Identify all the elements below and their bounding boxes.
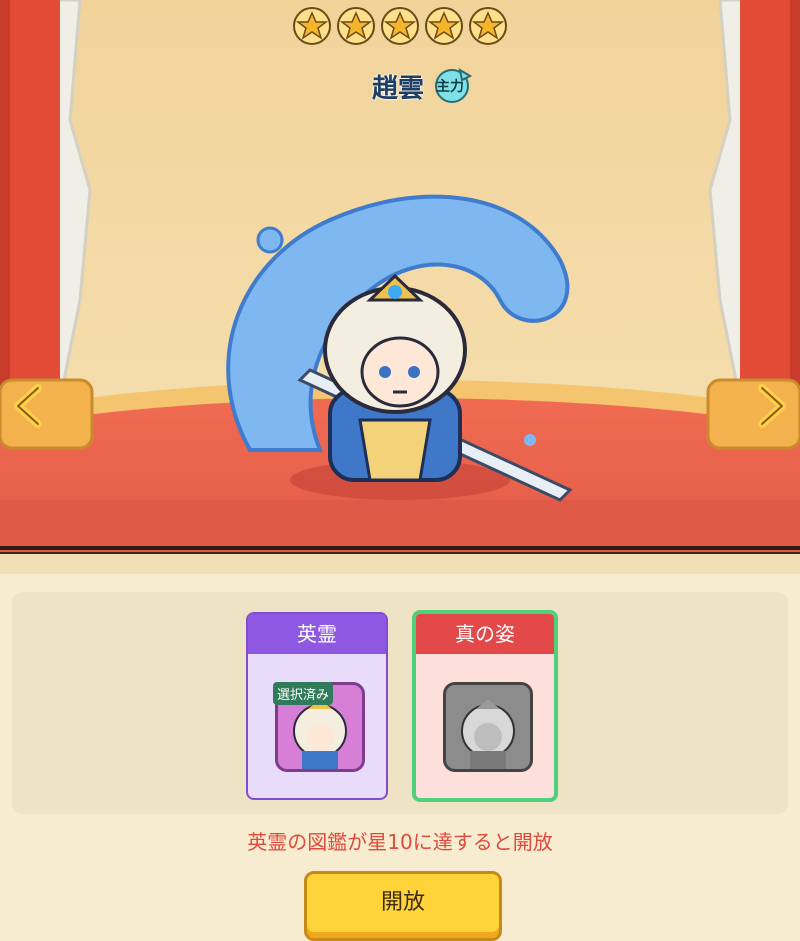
skin-card-body: 選択済み	[248, 654, 386, 798]
hero-portrait-grayscale-icon	[461, 699, 515, 769]
next-hero-button[interactable]	[740, 380, 800, 432]
skin-list-area	[12, 592, 788, 814]
role-badge-label: 主力	[436, 79, 465, 95]
star-icon	[337, 7, 375, 45]
star-rating	[292, 6, 508, 46]
chevron-right-icon	[758, 384, 786, 428]
hero-name-row: 趙雲 主力	[372, 66, 473, 106]
star-icon	[293, 7, 331, 45]
skin-card-title: 真の姿	[416, 614, 554, 654]
skin-card-body	[416, 654, 554, 798]
unlock-hint-text: 英霊の図鑑が星10に達すると開放	[247, 830, 553, 854]
chevron-left-icon	[14, 384, 42, 428]
skin-card-title: 英霊	[248, 614, 386, 654]
star-icon	[381, 7, 419, 45]
hero-name: 趙雲	[372, 73, 425, 104]
panel-divider	[0, 552, 800, 574]
star-icon	[425, 7, 463, 45]
role-badge: 主力	[432, 67, 473, 104]
star-icon	[469, 7, 507, 45]
previous-hero-button[interactable]	[0, 380, 60, 432]
skin-portrait-locked	[443, 682, 533, 772]
skin-card-eirei[interactable]: 英霊 選択済み	[246, 612, 388, 800]
selected-badge: 選択済み	[273, 682, 334, 705]
skin-card-true-form[interactable]: 真の姿	[412, 610, 558, 802]
hero-stage: 趙雲 主力	[0, 0, 800, 552]
unlock-button[interactable]: 開放	[304, 871, 502, 941]
